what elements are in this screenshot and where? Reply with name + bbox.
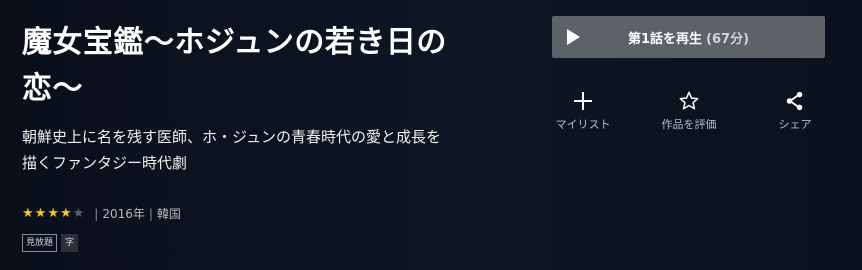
- country: 韓国: [156, 207, 181, 221]
- mylist-label: マイリスト: [555, 118, 611, 131]
- mylist-button[interactable]: マイリスト: [538, 90, 628, 132]
- subtitle-badge: 字: [61, 234, 79, 252]
- page-title: 魔女宝鑑～ホジュンの若き日の恋～: [22, 25, 447, 106]
- synopsis: 朝鮮史上に名を残す医師、ホ・ジュンの青春時代の愛と成長を描くファンタジー時代劇: [22, 128, 441, 172]
- share-icon: [786, 91, 803, 111]
- rating-stars: ★ ★ ★ ★ ★: [22, 205, 85, 221]
- rate-label: 作品を評価: [661, 118, 717, 131]
- release-year: 2016年: [102, 207, 145, 221]
- star-filled-icon: ★: [59, 205, 72, 221]
- divider: |: [148, 206, 153, 221]
- plus-icon: [574, 92, 592, 110]
- play-duration: (67分): [706, 32, 750, 47]
- star-filled-icon: ★: [22, 205, 34, 221]
- meta-row: ★ ★ ★ ★ ★ | 2016年 | 韓国: [22, 205, 181, 222]
- play-episode-button[interactable]: 第1話を再生 (67分): [552, 16, 825, 58]
- star-filled-icon: ★: [34, 205, 47, 221]
- play-button-label: 第1話を再生 (67分): [552, 28, 825, 47]
- share-label: シェア: [778, 118, 812, 131]
- star-outline-icon: [679, 91, 699, 110]
- share-button[interactable]: シェア: [750, 90, 840, 132]
- title-detail-page: 魔女宝鑑～ホジュンの若き日の恋～ 朝鮮史上に名を残す医師、ホ・ジュンの青春時代の…: [0, 0, 862, 270]
- rate-button[interactable]: 作品を評価: [644, 90, 734, 132]
- star-empty-icon: ★: [72, 205, 85, 221]
- divider: |: [94, 206, 99, 221]
- action-bar: マイリスト 作品を評価 シェア: [540, 90, 840, 140]
- unlimited-badge: 見放題: [22, 234, 58, 252]
- badge-row: 見放題 字: [22, 234, 79, 252]
- star-filled-icon: ★: [47, 205, 59, 221]
- play-label-text: 第1話を再生: [627, 32, 703, 47]
